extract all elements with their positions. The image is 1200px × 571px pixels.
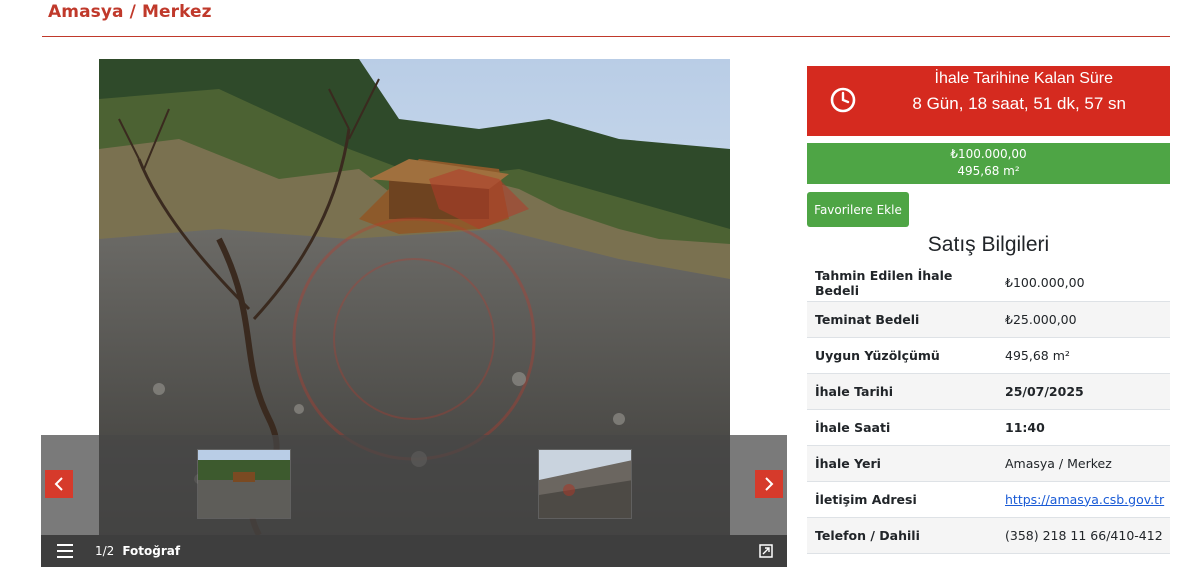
gallery-toolbar: 1/2 Fotoğraf xyxy=(41,535,787,567)
thumbnail-photo-1[interactable] xyxy=(197,449,291,519)
thumbnail-strip xyxy=(41,435,787,535)
row-value: 11:40 xyxy=(997,409,1170,446)
row-value: (358) 218 11 66/410-412 xyxy=(997,517,1170,554)
row-label: İhale Yeri xyxy=(807,445,997,482)
table-row: Tahmin Edilen İhale Bedeli ₺100.000,00 xyxy=(807,265,1170,302)
row-value: Amasya / Merkez xyxy=(997,445,1170,482)
expand-icon[interactable] xyxy=(759,544,773,558)
row-label: Teminat Bedeli xyxy=(807,301,997,338)
price-area: 495,68 m² xyxy=(957,164,1020,178)
add-favorite-button[interactable]: Favorilere Ekle xyxy=(807,192,909,227)
chevron-right-icon xyxy=(765,477,774,491)
row-value: 25/07/2025 xyxy=(997,373,1170,410)
table-row: Teminat Bedeli ₺25.000,00 xyxy=(807,301,1170,338)
sales-info-title: Satış Bilgileri xyxy=(927,233,1050,256)
row-label: İhale Tarihi xyxy=(807,373,997,410)
table-row: Uygun Yüzölçümü 495,68 m² xyxy=(807,337,1170,374)
row-label: İletişim Adresi xyxy=(807,481,997,518)
photo-counter: 1/2 xyxy=(95,544,115,558)
photo-gallery: 1/2 Fotoğraf xyxy=(41,59,787,567)
table-row: Telefon / Dahili (358) 218 11 66/410-412 xyxy=(807,517,1170,554)
clock-icon xyxy=(830,87,856,113)
row-label: Uygun Yüzölçümü xyxy=(807,337,997,374)
sales-info-table: Tahmin Edilen İhale Bedeli ₺100.000,00 T… xyxy=(807,265,1170,554)
thumbnail-photo-2[interactable] xyxy=(538,449,632,519)
countdown-panel: İhale Tarihine Kalan Süre 8 Gün, 18 saat… xyxy=(807,66,1170,136)
photo-caption: Fotoğraf xyxy=(122,544,181,558)
row-label: Tahmin Edilen İhale Bedeli xyxy=(807,265,997,302)
list-icon[interactable] xyxy=(57,544,73,558)
table-row: İhale Yeri Amasya / Merkez xyxy=(807,445,1170,482)
row-label: Telefon / Dahili xyxy=(807,517,997,554)
table-row: İhale Saati 11:40 xyxy=(807,409,1170,446)
row-value: 495,68 m² xyxy=(997,337,1170,374)
chevron-left-icon xyxy=(54,477,63,491)
row-value: ₺100.000,00 xyxy=(997,265,1170,302)
page-title: Amasya / Merkez xyxy=(48,2,212,22)
next-button[interactable] xyxy=(755,470,783,498)
price-amount: ₺100.000,00 xyxy=(950,147,1027,161)
countdown-value: 8 Gün, 18 saat, 51 dk, 57 sn xyxy=(912,94,1126,113)
countdown-label: İhale Tarihine Kalan Süre xyxy=(934,70,1114,87)
previous-button[interactable] xyxy=(45,470,73,498)
price-summary: ₺100.000,00 495,68 m² xyxy=(807,143,1170,184)
table-row: İletişim Adresi https://amasya.csb.gov.t… xyxy=(807,481,1170,518)
row-label: İhale Saati xyxy=(807,409,997,446)
row-value: ₺25.000,00 xyxy=(997,301,1170,338)
title-divider xyxy=(42,36,1170,37)
contact-link[interactable]: https://amasya.csb.gov.tr xyxy=(1005,492,1164,507)
table-row: İhale Tarihi 25/07/2025 xyxy=(807,373,1170,410)
